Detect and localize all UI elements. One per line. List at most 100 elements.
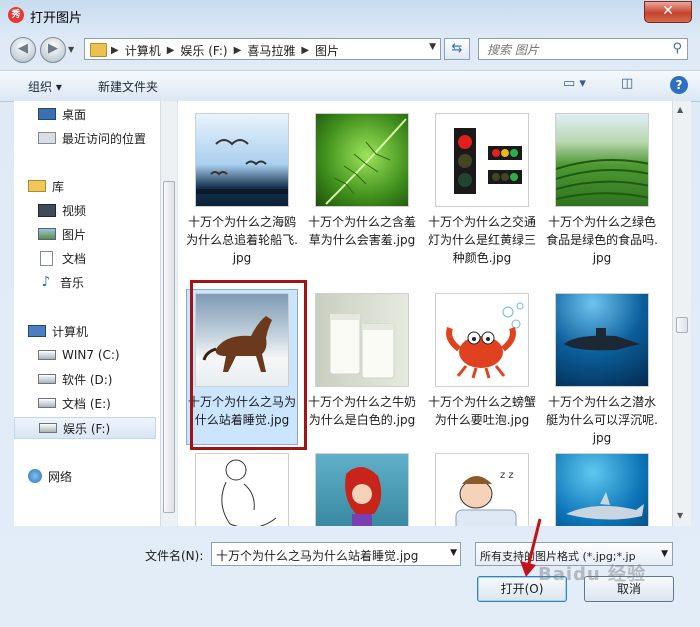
nav-item-libraries[interactable]: 库 — [28, 175, 170, 197]
filename-label: 文件名(N): — [145, 549, 204, 563]
filename-input[interactable]: 十万个为什么之马为什么站着睡觉.jpg ▼ — [211, 542, 461, 566]
svg-text:z z: z z — [500, 470, 514, 481]
refresh-icon: ⇆ — [451, 41, 463, 56]
scroll-up-icon[interactable]: ▲ — [677, 105, 683, 114]
thumbnail-submarine — [555, 293, 649, 387]
scroll-down-icon[interactable]: ▼ — [677, 511, 683, 520]
breadcrumb: ▶ 计算机 ▶ 娱乐 (F:) ▶ 喜马拉雅 ▶ 图片 — [111, 42, 339, 59]
file-list-scrollbar[interactable]: ▲ ▼ — [672, 101, 691, 526]
mermaid-image — [345, 466, 382, 526]
windows-drive-icon — [38, 350, 56, 360]
nav-item-drive-f[interactable]: 娱乐 (F:) — [14, 417, 156, 439]
nav-item-network[interactable]: 网络 — [28, 465, 170, 487]
breadcrumb-computer[interactable]: 计算机 — [125, 42, 161, 59]
milk-image — [329, 313, 395, 379]
window-title: 打开图片 — [30, 11, 83, 26]
submarine-image — [564, 328, 640, 351]
breadcrumb-drive-f[interactable]: 娱乐 (F:) — [180, 42, 227, 59]
file-item[interactable]: 十万个为什么之绿色食品是绿色的食品吗.jpg — [546, 113, 658, 269]
title-bar: 秀 打开图片 ✕ — [0, 0, 700, 30]
forward-arrow-icon: ▶ — [48, 41, 58, 56]
file-name: 十万个为什么之绿色食品是绿色的食品吗.jpg — [546, 215, 658, 265]
crab-image — [446, 302, 524, 379]
nav-item-computer[interactable]: 计算机 — [28, 320, 170, 342]
thumbnail-traffic-light — [435, 113, 529, 207]
nav-item-drive-e[interactable]: 文档 (E:) — [38, 392, 174, 414]
thumbnail-shark — [555, 453, 649, 526]
document-icon — [40, 250, 53, 266]
organize-button[interactable]: 组织 ▾ — [28, 78, 62, 95]
thumbnail-sketch — [195, 453, 289, 526]
thumbnail-crab — [435, 293, 529, 387]
back-arrow-icon: ◀ — [18, 41, 28, 56]
search-box[interactable]: ⚲ — [478, 38, 688, 60]
preview-pane-icon[interactable]: ◫ — [621, 76, 633, 91]
file-item[interactable] — [186, 453, 298, 526]
traffic-light-image — [454, 128, 522, 194]
network-icon — [28, 469, 42, 483]
nav-item-recent-places[interactable]: 最近访问的位置 — [38, 127, 174, 149]
file-item[interactable]: 十万个为什么之牛奶为什么是白色的.jpg — [306, 293, 418, 449]
sketch-image — [221, 459, 277, 526]
file-name: 十万个为什么之螃蟹为什么要吐泡.jpg — [427, 395, 536, 427]
breadcrumb-pictures[interactable]: 图片 — [315, 42, 339, 59]
breadcrumb-himalaya[interactable]: 喜马拉雅 — [247, 42, 295, 59]
selection-highlight-annotation — [190, 280, 307, 450]
file-item[interactable] — [546, 453, 658, 526]
baidu-watermark: Baidu 经验 — [538, 564, 647, 585]
address-bar[interactable]: ▶ 计算机 ▶ 娱乐 (F:) ▶ 喜马拉雅 ▶ 图片 ▼ — [84, 38, 441, 60]
tea-field-image — [556, 159, 648, 200]
thumbnail-mermaid — [315, 453, 409, 526]
file-name: 十万个为什么之海鸥为什么总追着轮船飞.jpg — [186, 215, 298, 265]
chevron-right-icon[interactable]: ▶ — [111, 45, 119, 56]
shark-image — [566, 492, 644, 520]
navigation-scrollbar[interactable] — [160, 101, 177, 526]
back-button[interactable]: ◀ — [10, 37, 36, 63]
filename-dropdown-icon[interactable]: ▼ — [450, 548, 457, 558]
forward-button[interactable]: ▶ — [40, 37, 66, 63]
file-item[interactable]: 十万个为什么之交通灯为什么是红黄绿三种颜色.jpg — [426, 113, 538, 287]
drive-icon — [39, 423, 57, 433]
file-item[interactable]: 十万个为什么之含羞草为什么会害羞.jpg — [306, 113, 418, 269]
nav-item-music[interactable]: ♪ 音乐 — [38, 271, 174, 293]
app-logo-icon: 秀 — [8, 7, 24, 23]
thumbnail-tea-field — [555, 113, 649, 207]
refresh-button[interactable]: ⇆ — [444, 38, 470, 60]
navigation-scrollbar-thumb[interactable] — [163, 181, 175, 513]
filetype-dropdown-icon[interactable]: ▼ — [661, 549, 668, 559]
chevron-right-icon[interactable]: ▶ — [301, 45, 309, 56]
filename-value: 十万个为什么之马为什么站着睡觉.jpg — [216, 549, 419, 563]
open-picture-dialog: 秀 打开图片 ✕ ◀ ▶ ▼ ▶ 计算机 ▶ 娱乐 (F:) ▶ 喜马拉雅 ▶ … — [0, 0, 700, 627]
file-name: 十万个为什么之牛奶为什么是白色的.jpg — [307, 395, 416, 427]
file-name: 十万个为什么之含羞草为什么会害羞.jpg — [307, 215, 416, 247]
recent-pages-dropdown[interactable]: ▼ — [68, 45, 74, 54]
address-dropdown-icon[interactable]: ▼ — [429, 42, 436, 52]
file-name: 十万个为什么之潜水艇为什么可以浮沉呢.jpg — [546, 395, 658, 445]
file-item[interactable]: 十万个为什么之潜水艇为什么可以浮沉呢.jpg — [546, 293, 658, 449]
file-name: 十万个为什么之交通灯为什么是红黄绿三种颜色.jpg — [427, 215, 536, 265]
close-button[interactable]: ✕ — [644, 1, 692, 23]
nav-item-documents[interactable]: 文档 — [38, 247, 174, 269]
help-icon[interactable]: ? — [670, 76, 688, 94]
chevron-right-icon[interactable]: ▶ — [234, 45, 242, 56]
recent-icon — [38, 132, 56, 144]
new-folder-button[interactable]: 新建文件夹 — [98, 78, 158, 95]
view-options-icon[interactable]: ▭ ▾ — [563, 76, 586, 91]
file-list-scrollbar-thumb[interactable] — [676, 317, 688, 333]
folder-icon — [90, 43, 107, 57]
search-icon[interactable]: ⚲ — [672, 41, 682, 56]
file-item[interactable]: 十万个为什么之海鸥为什么总追着轮船飞.jpg — [186, 113, 298, 269]
search-input[interactable] — [485, 40, 659, 60]
nav-item-pictures[interactable]: 图片 — [38, 223, 174, 245]
nav-item-videos[interactable]: 视频 — [38, 199, 174, 221]
nav-item-desktop[interactable]: 桌面 — [38, 103, 174, 125]
file-item[interactable]: 十万个为什么之螃蟹为什么要吐泡.jpg — [426, 293, 538, 449]
nav-item-drive-d[interactable]: 软件 (D:) — [38, 368, 174, 390]
video-icon — [38, 203, 56, 217]
nav-item-drive-c[interactable]: WIN7 (C:) — [38, 344, 174, 366]
chevron-right-icon[interactable]: ▶ — [167, 45, 175, 56]
drive-icon — [38, 398, 56, 408]
seagulls-image — [196, 139, 288, 194]
file-item[interactable] — [306, 453, 418, 526]
thumbnail-fern — [315, 113, 409, 207]
